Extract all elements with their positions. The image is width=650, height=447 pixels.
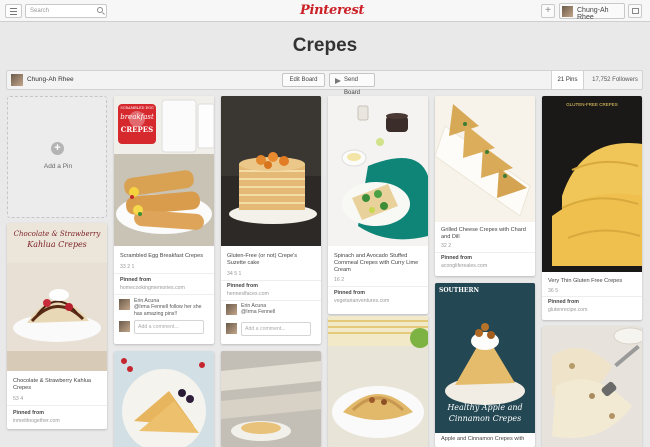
pin-stats: 34 5 1	[227, 271, 242, 277]
pin-image-title: SCRAMBLED EGG	[120, 106, 154, 110]
add-pin-label: Add a Pin	[43, 163, 73, 170]
send-icon	[335, 78, 341, 84]
page-title: Crepes	[292, 35, 358, 56]
user-name: Chung-Ah Rhee	[577, 7, 609, 21]
pin-image[interactable]	[221, 351, 321, 447]
comment-input[interactable]: Add a comment...	[134, 320, 204, 334]
pin-image[interactable]	[542, 326, 642, 447]
pin-card[interactable]	[221, 351, 321, 447]
tab-followers[interactable]: 17,752 Followers	[589, 71, 641, 89]
pin-image-title: Chocolate & Strawberry	[13, 230, 101, 238]
pin-description: Spinach and Avocado Stuffed Cornmeal Cre…	[334, 253, 419, 273]
pin-image-caption: Cinnamon Crepes	[448, 414, 522, 423]
divider	[435, 252, 535, 253]
pin-stats: 16 2	[334, 277, 345, 283]
pin-card[interactable]: Gluten-Free (or not) Crepe's Suzette cak…	[221, 96, 321, 344]
pinned-from-label: Pinned from	[334, 290, 365, 296]
top-bar: Search Pinterest + Chung-Ah Rhee	[0, 0, 650, 22]
pin-source[interactable]: inmeittoogether.com	[13, 418, 60, 424]
pin-image-subtitle: Kahlua Crepes	[27, 240, 87, 249]
owner-name[interactable]: Chung-Ah Rhee	[27, 76, 74, 83]
pin-card[interactable]: Grilled Cheese Crepes with Chard and Dil…	[435, 96, 535, 276]
pin-card[interactable]: GLUTEN-FREE CREPES Very Thin Gluten Free…	[542, 96, 642, 320]
pin-image-title: GLUTEN-FREE CREPES	[566, 102, 618, 107]
divider	[221, 300, 321, 301]
pin-source[interactable]: aconglifereales.com	[441, 263, 487, 269]
pinned-from-label: Pinned from	[441, 255, 472, 261]
pin-image-caption: CREPES	[120, 125, 154, 134]
commenter-avatar[interactable]	[226, 304, 237, 315]
user-menu-button[interactable]: Chung-Ah Rhee	[559, 3, 625, 21]
menu-icon[interactable]	[5, 4, 22, 18]
send-board-label: Send Board	[344, 77, 361, 96]
divider	[542, 296, 642, 297]
board-toolbar: Chung-Ah Rhee Edit Board Send Board 21 P…	[6, 70, 643, 96]
pin-source[interactable]: vegetarianventures.com	[334, 298, 389, 304]
pin-image[interactable]	[328, 96, 428, 246]
notifications-icon[interactable]	[628, 4, 642, 18]
pin-source[interactable]: henneslfaces.com	[227, 291, 269, 297]
pin-image[interactable]	[114, 351, 214, 447]
add-button[interactable]: +	[541, 4, 555, 18]
add-pin-card[interactable]: + Add a Pin	[7, 96, 107, 218]
pin-image[interactable]	[435, 96, 535, 222]
my-avatar	[226, 323, 237, 334]
edit-board-button[interactable]: Edit Board	[282, 73, 325, 87]
pinned-from-label: Pinned from	[227, 283, 258, 289]
pin-image[interactable]	[221, 96, 321, 246]
divider	[114, 294, 214, 295]
divider	[221, 280, 321, 281]
pinterest-logo[interactable]: Pinterest	[300, 3, 364, 18]
pin-stats: 33 2 1	[120, 264, 135, 270]
pin-image-title: SOUTHERN	[439, 287, 479, 294]
pin-description: Grilled Cheese Crepes with Chard and Dil…	[441, 227, 526, 240]
pin-stats: 36 5	[548, 288, 559, 294]
pin-image[interactable]	[542, 96, 642, 272]
pin-description: Apple and Cinnamon Crepes with	[441, 436, 525, 442]
pin-image-subtitle: breakfast	[120, 113, 154, 121]
pin-source[interactable]: homecookingmemories.com	[120, 285, 185, 291]
pin-image[interactable]	[328, 316, 428, 447]
search-icon[interactable]	[97, 7, 103, 13]
commenter-avatar[interactable]	[119, 299, 130, 310]
my-avatar	[119, 321, 130, 332]
search-placeholder: Search	[30, 8, 50, 14]
comment-text: @Irma Fennell	[241, 309, 276, 315]
pin-description: Very Thin Gluten Free Crepes	[548, 278, 623, 284]
plus-icon: +	[51, 142, 64, 155]
avatar	[562, 6, 573, 17]
pin-stats: 53 4	[13, 396, 24, 402]
pinned-from-label: Pinned from	[120, 277, 151, 283]
comment-input[interactable]: Add a comment...	[241, 322, 311, 336]
pin-card[interactable]	[328, 316, 428, 447]
send-board-button[interactable]: Send Board	[329, 73, 375, 96]
divider	[328, 286, 428, 287]
pinned-from-label: Pinned from	[13, 410, 44, 416]
pin-description: Gluten-Free (or not) Crepe's Suzette cak…	[227, 253, 298, 266]
owner-avatar[interactable]	[11, 74, 23, 86]
pin-image-subtitle: Healthy Apple and	[447, 403, 523, 412]
divider	[114, 273, 214, 274]
pin-card[interactable]: SCRAMBLED EGG breakfast CREPES Scrambled…	[114, 96, 214, 344]
pin-card[interactable]	[114, 351, 214, 447]
divider	[7, 405, 107, 406]
pin-stats: 32 2	[441, 243, 452, 249]
tab-pins[interactable]: 21 Pins	[551, 71, 584, 89]
pin-description: Chocolate & Strawberry Kahlua Crepes	[13, 378, 92, 391]
pinned-from-label: Pinned from	[548, 299, 579, 305]
pin-card[interactable]: Chocolate & Strawberry Kahlua Crepes Cho…	[7, 223, 107, 429]
search-input[interactable]: Search	[25, 4, 107, 18]
pin-source[interactable]: glutenrecipe.com	[548, 307, 588, 313]
pin-card[interactable]: SOUTHERN Healthy Apple and Cinnamon Crep…	[435, 283, 535, 447]
pin-card[interactable]	[542, 326, 642, 447]
comment-text: @Irma Fennell follow her she has amazing…	[134, 304, 202, 317]
pin-card[interactable]: Spinach and Avocado Stuffed Cornmeal Cre…	[328, 96, 428, 314]
pin-description: Scrambled Egg Breakfast Crepes	[120, 253, 204, 259]
